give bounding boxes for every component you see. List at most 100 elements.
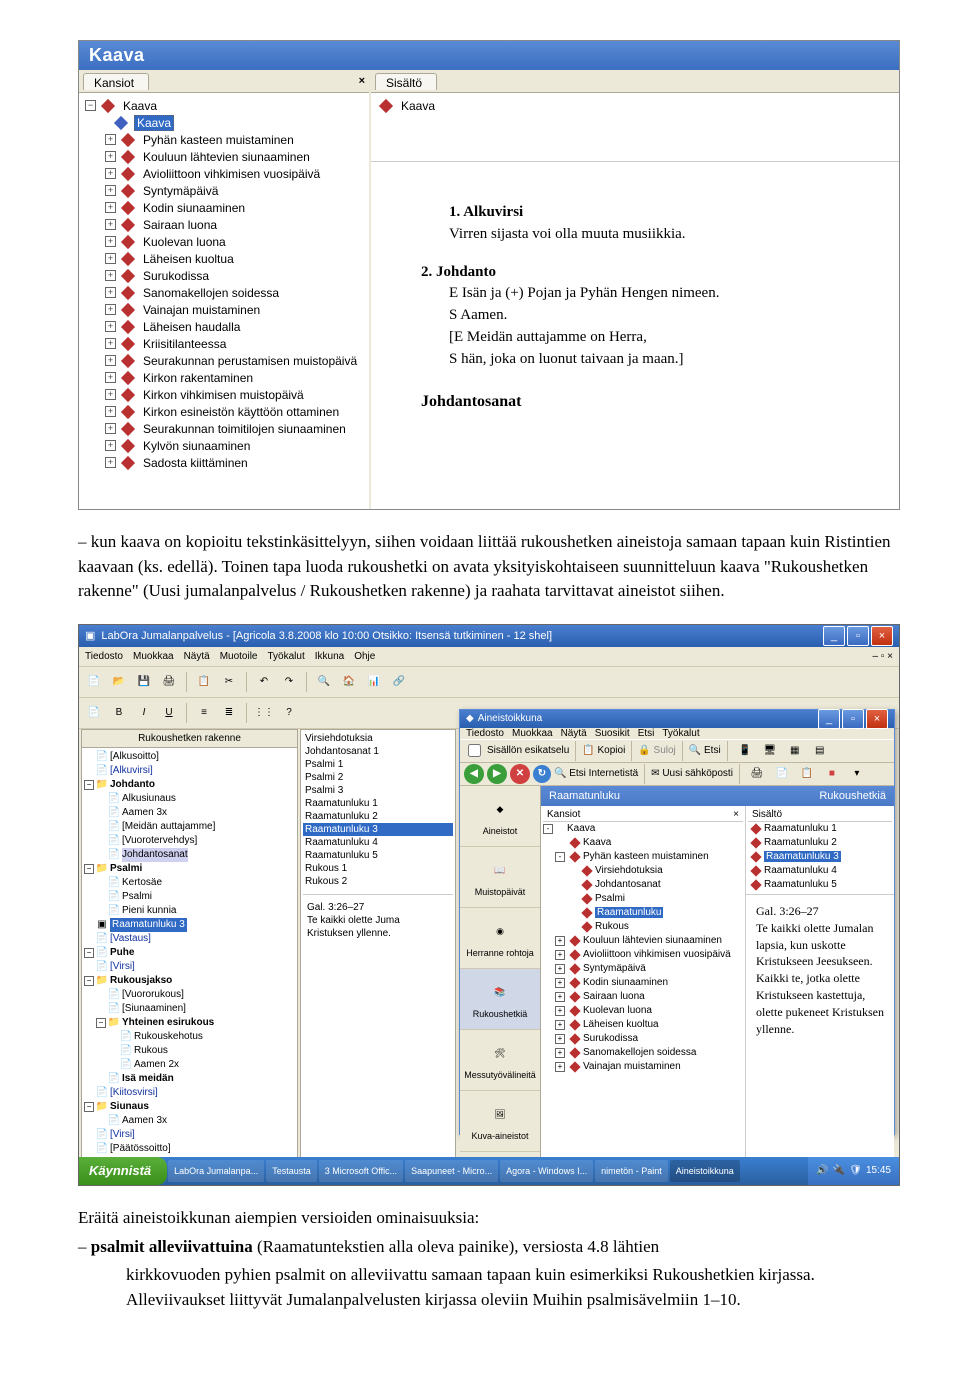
toolbar-icon[interactable]: 🖨 [158, 671, 180, 693]
menu-item[interactable]: Ikkuna [315, 651, 344, 662]
sidebar-item[interactable]: 🛠Messutyövälineitä [460, 1030, 540, 1091]
toolbar-icon[interactable]: ≣ [218, 702, 240, 724]
tree-item[interactable]: Psalmi [543, 892, 743, 906]
taskbar-item[interactable]: Saapuneet - Micro... [405, 1160, 498, 1182]
copy-button[interactable]: 📋 Kopioi [582, 745, 625, 756]
tree-item[interactable]: +Kouluun lähtevien siunaaminen [543, 934, 743, 948]
menu-item[interactable]: Muokkaa [512, 728, 553, 739]
taskbar-item[interactable]: Aineistoikkuna [670, 1160, 740, 1182]
menu-item[interactable]: Suosikit [595, 728, 630, 739]
tree-item[interactable]: Kaava [543, 836, 743, 850]
tab-kansiot[interactable]: Kansiot [83, 73, 149, 90]
toolbar-icon[interactable]: ? [278, 702, 300, 724]
menu-item[interactable]: Etsi [638, 728, 655, 739]
menu-item[interactable]: Tiedosto [85, 651, 123, 662]
content-item[interactable]: Kaava [399, 99, 437, 113]
close-icon[interactable]: × [733, 809, 739, 820]
tree-item[interactable]: Johdantosanat [543, 878, 743, 892]
list-item[interactable]: Raamatunluku 4 [303, 836, 453, 849]
toolbar-icon[interactable]: I [133, 702, 155, 724]
tab-sisalto[interactable]: Sisältö [375, 73, 437, 90]
folder-tree[interactable]: Kansiot × -KaavaKaava-Pyhän kasteen muis… [541, 806, 746, 1186]
toolbar-icon[interactable]: ↶ [253, 671, 275, 693]
list-item[interactable]: Psalmi 2 [303, 771, 453, 784]
list-item[interactable]: Rukous 2 [303, 875, 453, 888]
list-item[interactable]: Rukous 1 [303, 862, 453, 875]
sidebar-item[interactable]: 📚Rukoushetkiä [460, 969, 540, 1030]
list-item[interactable]: Virsiehdotuksia [303, 732, 453, 745]
tree-item[interactable]: +Vainajan muistaminen [543, 1060, 743, 1074]
toolbar-icon[interactable]: B [108, 702, 130, 724]
toolbar-icon[interactable]: 🔗 [388, 671, 410, 693]
close-icon[interactable]: × [871, 626, 893, 646]
list-item[interactable]: Raamatunluku 4 [748, 864, 892, 878]
stop-icon[interactable]: ✕ [510, 764, 530, 784]
sidebar-item[interactable]: ◉Herranne rohtoja [460, 908, 540, 969]
close-icon[interactable]: × [359, 75, 365, 87]
refresh-icon[interactable]: ↻ [533, 765, 551, 783]
taskbar-item[interactable]: 3 Microsoft Offic... [319, 1160, 403, 1182]
preview-checkbox[interactable] [468, 744, 481, 757]
toolbar-icon[interactable]: 📊 [363, 671, 385, 693]
toolbar-icon[interactable]: ▤ [809, 740, 831, 762]
tree-item[interactable]: +Sairaan luona [543, 990, 743, 1004]
list-item[interactable]: Raamatunluku 2 [748, 836, 892, 850]
tree-item[interactable]: +Avioliittoon vihkimisen vuosipäivä [543, 948, 743, 962]
sidebar-item[interactable]: 📖Muistopäivät [460, 847, 540, 908]
sidebar-item[interactable]: ◆Aineistot [460, 786, 540, 847]
toolbar-icon[interactable]: ⋮⋮ [253, 702, 275, 724]
sidebar-item[interactable]: 🖼Kuva-aineistot [460, 1091, 540, 1152]
tree-item[interactable]: -Pyhän kasteen muistaminen [543, 850, 743, 864]
toolbar-icon[interactable]: 📋 [193, 671, 215, 693]
list-item[interactable]: Raamatunluku 1 [748, 822, 892, 836]
forward-icon[interactable]: ▶ [487, 764, 507, 784]
tree-item[interactable]: Raamatunluku [543, 906, 743, 920]
menu-item[interactable]: Työkalut [662, 728, 699, 739]
menu-item[interactable]: Näytä [184, 651, 210, 662]
toolbar-icon[interactable]: ≡ [193, 702, 215, 724]
list-item[interactable]: Psalmi 3 [303, 784, 453, 797]
minimize-icon[interactable]: _ [823, 626, 845, 646]
folder-tree[interactable]: −KaavaKaava+Pyhän kasteen muistaminen+Ko… [79, 93, 369, 509]
content-list[interactable]: Sisältö Raamatunluku 1Raamatunluku 2Raam… [746, 806, 894, 895]
toolbar-icon[interactable]: 🖥 [759, 740, 781, 762]
maximize-icon[interactable]: ▫ [847, 626, 869, 646]
maximize-icon[interactable]: ▫ [842, 709, 864, 729]
menu-item[interactable]: Ohje [354, 651, 375, 662]
list-item[interactable]: Raamatunluku 2 [303, 810, 453, 823]
list-item[interactable]: Raamatunluku 5 [303, 849, 453, 862]
tree-item[interactable]: Rukous [543, 920, 743, 934]
list-item[interactable]: Psalmi 1 [303, 758, 453, 771]
toolbar-icon[interactable]: 📂 [108, 671, 130, 693]
taskbar-item[interactable]: nimetön - Paint [595, 1160, 668, 1182]
menu-item[interactable]: Näytä [561, 728, 587, 739]
toolbar-icon[interactable]: ↷ [278, 671, 300, 693]
list-item[interactable]: Raamatunluku 3 [748, 850, 892, 864]
toolbar-icon[interactable]: 📄 [83, 702, 105, 724]
minimize-icon[interactable]: _ [818, 709, 840, 729]
tree-item[interactable]: +Surukodissa [543, 1032, 743, 1046]
category-sidebar[interactable]: ◆Aineistot📖Muistopäivät◉Herranne rohtoja… [460, 786, 541, 1186]
tree-item[interactable]: +Sanomakellojen soidessa [543, 1046, 743, 1060]
mail-button[interactable]: ✉ Uusi sähköposti [651, 768, 733, 779]
taskbar-item[interactable]: LabOra Jumalanpa... [168, 1160, 264, 1182]
tree-item[interactable]: +Kuolevan luona [543, 1004, 743, 1018]
menu-item[interactable]: Muokkaa [133, 651, 174, 662]
start-button[interactable]: Käynnistä [79, 1157, 167, 1185]
system-tray[interactable]: 🔊🔌🛡 15:45 [808, 1157, 899, 1185]
toolbar-icon[interactable]: 📄 [83, 671, 105, 693]
structure-tree[interactable]: 📄[Alkusoitto]📄[Alkuvirsi]−📁Johdanto📄Alku… [82, 748, 297, 1168]
mdi-controls[interactable]: – ▫ × [872, 651, 893, 662]
toolbar-icon[interactable]: 🏠 [338, 671, 360, 693]
menu-item[interactable]: Työkalut [268, 651, 305, 662]
tree-item[interactable]: Virsiehdotuksia [543, 864, 743, 878]
list-item[interactable]: Raamatunluku 5 [748, 878, 892, 892]
toolbar-icon[interactable]: ▦ [784, 740, 806, 762]
taskbar-item[interactable]: Agora - Windows I... [500, 1160, 593, 1182]
list-item[interactable]: Raamatunluku 1 [303, 797, 453, 810]
list-item[interactable]: Raamatunluku 3 [303, 823, 453, 836]
toolbar-icon[interactable]: ✂ [218, 671, 240, 693]
tree-item[interactable]: +Syntymäpäivä [543, 962, 743, 976]
tree-item[interactable]: +Läheisen kuoltua [543, 1018, 743, 1032]
find-button[interactable]: 🔍 Etsi [689, 745, 721, 756]
